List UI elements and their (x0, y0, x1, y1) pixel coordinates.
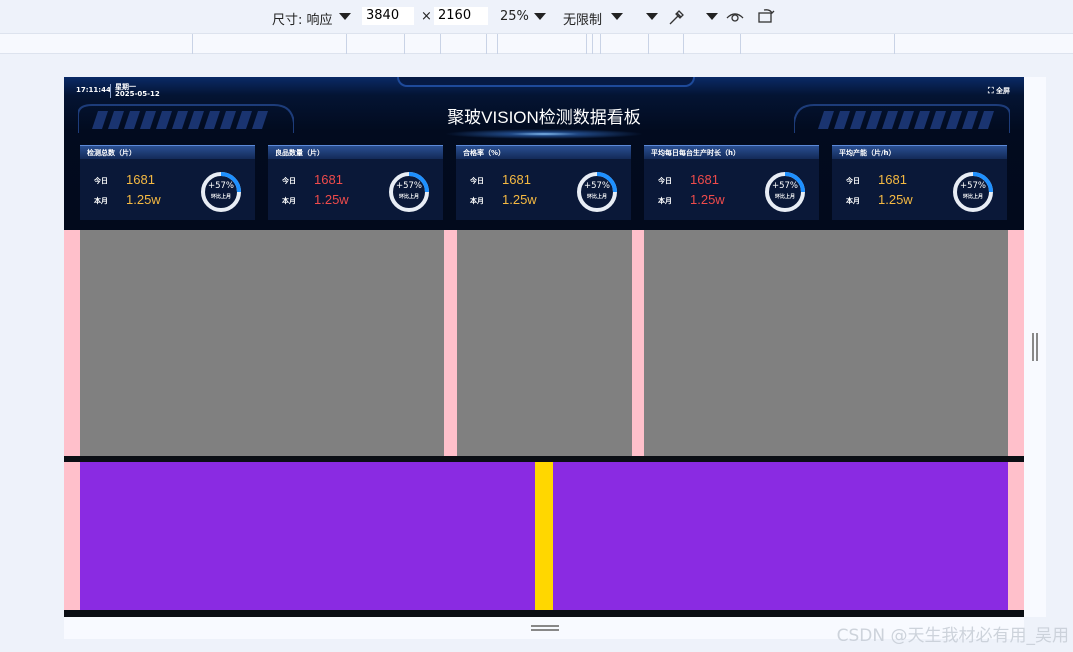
month-value: 1.25w (690, 192, 725, 207)
ratio-label: 环比上月 (962, 194, 983, 200)
expand-icon: ⛶ (987, 86, 994, 95)
ratio-label: 环比上月 (398, 194, 419, 200)
throttle-chevron-down-icon[interactable] (611, 13, 623, 20)
stat-card-title: 检测总数（片） (87, 149, 136, 157)
panel-bottom-right (553, 462, 1008, 610)
ratio-percent: +57% (207, 181, 234, 191)
stat-card: 检测总数（片） 今日 1681 本月 1.25w +57% 环比上月 (80, 145, 255, 220)
throttle-dropdown[interactable]: 无限制 (563, 9, 602, 28)
today-label: 今日 (658, 177, 672, 185)
panel-gap (632, 230, 644, 456)
stat-card-header: 平均产能（片/h） (832, 145, 1007, 159)
stat-card-title: 平均每日每台生产时长（h） (651, 149, 740, 157)
stat-card: 平均产能（片/h） 今日 1681 本月 1.25w +57% 环比上月 (832, 145, 1007, 220)
month-label: 本月 (470, 197, 484, 205)
ratio-label: 环比上月 (774, 194, 795, 200)
stat-card-title: 良品数量（片） (275, 149, 324, 157)
ratio-percent: +57% (395, 181, 422, 191)
ratio-label: 环比上月 (586, 194, 607, 200)
stat-card-title: 平均产能（片/h） (839, 149, 896, 157)
ratio-label: 环比上月 (210, 194, 231, 200)
today-value: 1681 (690, 172, 719, 187)
date-label: 2025-05-12 (115, 90, 160, 98)
today-label: 今日 (94, 177, 108, 185)
right-margin-panel (1008, 462, 1024, 610)
viewport-right-gutter (1024, 77, 1046, 617)
ratio-percent: +57% (583, 181, 610, 191)
today-value: 1681 (502, 172, 531, 187)
panel-left (80, 230, 444, 456)
month-label: 本月 (282, 197, 296, 205)
today-label: 今日 (282, 177, 296, 185)
left-margin-panel (64, 462, 80, 610)
dimensions-chevron-down-icon[interactable] (339, 13, 351, 20)
today-value: 1681 (878, 172, 907, 187)
eyedropper-chevron-down-icon[interactable] (706, 13, 718, 20)
today-value: 1681 (126, 172, 155, 187)
media-query-ruler (0, 33, 1073, 54)
month-label: 本月 (658, 197, 672, 205)
bottom-border (64, 610, 1024, 617)
resize-handle-bottom[interactable] (531, 625, 559, 627)
fullscreen-button[interactable]: ⛶ 全屏 (988, 86, 1010, 96)
ratio-ring (389, 172, 429, 212)
width-input[interactable] (362, 7, 414, 25)
stat-card-header: 良品数量（片） (268, 145, 443, 159)
header-notch-decoration (397, 77, 695, 87)
panel-bottom-left (80, 462, 535, 610)
dashboard-title: 聚玻VISION检测数据看板 (447, 108, 641, 127)
height-input[interactable] (434, 7, 488, 25)
zoom-chevron-down-icon[interactable] (534, 13, 546, 20)
zoom-dropdown[interactable]: 25% (500, 9, 529, 24)
ratio-ring (765, 172, 805, 212)
today-label: 今日 (470, 177, 484, 185)
rotate-device-icon[interactable] (756, 7, 776, 25)
stat-card-header: 合格率（%） (456, 145, 631, 159)
month-label: 本月 (846, 197, 860, 205)
month-value: 1.25w (878, 192, 913, 207)
stat-card: 良品数量（片） 今日 1681 本月 1.25w +57% 环比上月 (268, 145, 443, 220)
panel-center (457, 230, 632, 456)
panel-bottom-separator (535, 462, 553, 610)
stat-card-title: 合格率（%） (463, 149, 506, 157)
panel-gap (444, 230, 457, 456)
eyedropper-icon[interactable] (666, 7, 686, 27)
stat-card: 平均每日每台生产时长（h） 今日 1681 本月 1.25w +57% 环比上月 (644, 145, 819, 220)
stat-card: 合格率（%） 今日 1681 本月 1.25w +57% 环比上月 (456, 145, 631, 220)
watermark: CSDN @天生我材必有用_吴用 (836, 626, 1069, 646)
stat-card-header: 平均每日每台生产时长（h） (644, 145, 819, 159)
panel-right (644, 230, 1008, 456)
times-sign: × (421, 9, 432, 24)
today-label: 今日 (846, 177, 860, 185)
today-value: 1681 (314, 172, 343, 187)
right-margin-panel (1008, 230, 1024, 456)
ratio-ring (577, 172, 617, 212)
clock-time: 17:11:44 (76, 86, 111, 94)
eye-icon[interactable] (725, 9, 745, 25)
month-value: 1.25w (126, 192, 161, 207)
title-glow-decoration (444, 129, 644, 139)
device-viewport: 17:11:44 星期一 2025-05-12 ⛶ 全屏 聚玻VISION检测数… (64, 77, 1024, 617)
left-margin-panel (64, 230, 80, 456)
ratio-percent: +57% (771, 181, 798, 191)
month-value: 1.25w (502, 192, 537, 207)
month-value: 1.25w (314, 192, 349, 207)
time-divider (110, 84, 111, 98)
more-chevron-down-icon[interactable] (646, 13, 658, 20)
month-label: 本月 (94, 197, 108, 205)
ratio-ring (953, 172, 993, 212)
dimensions-dropdown[interactable]: 尺寸: 响应 (272, 9, 333, 28)
stat-card-header: 检测总数（片） (80, 145, 255, 159)
device-toolbar: 尺寸: 响应 × 25% 无限制 (0, 0, 1073, 33)
ratio-percent: +57% (959, 181, 986, 191)
fullscreen-label: 全屏 (996, 87, 1010, 95)
dashboard-header: 17:11:44 星期一 2025-05-12 ⛶ 全屏 聚玻VISION检测数… (64, 77, 1024, 230)
resize-handle-right[interactable] (1032, 333, 1034, 361)
ratio-ring (201, 172, 241, 212)
